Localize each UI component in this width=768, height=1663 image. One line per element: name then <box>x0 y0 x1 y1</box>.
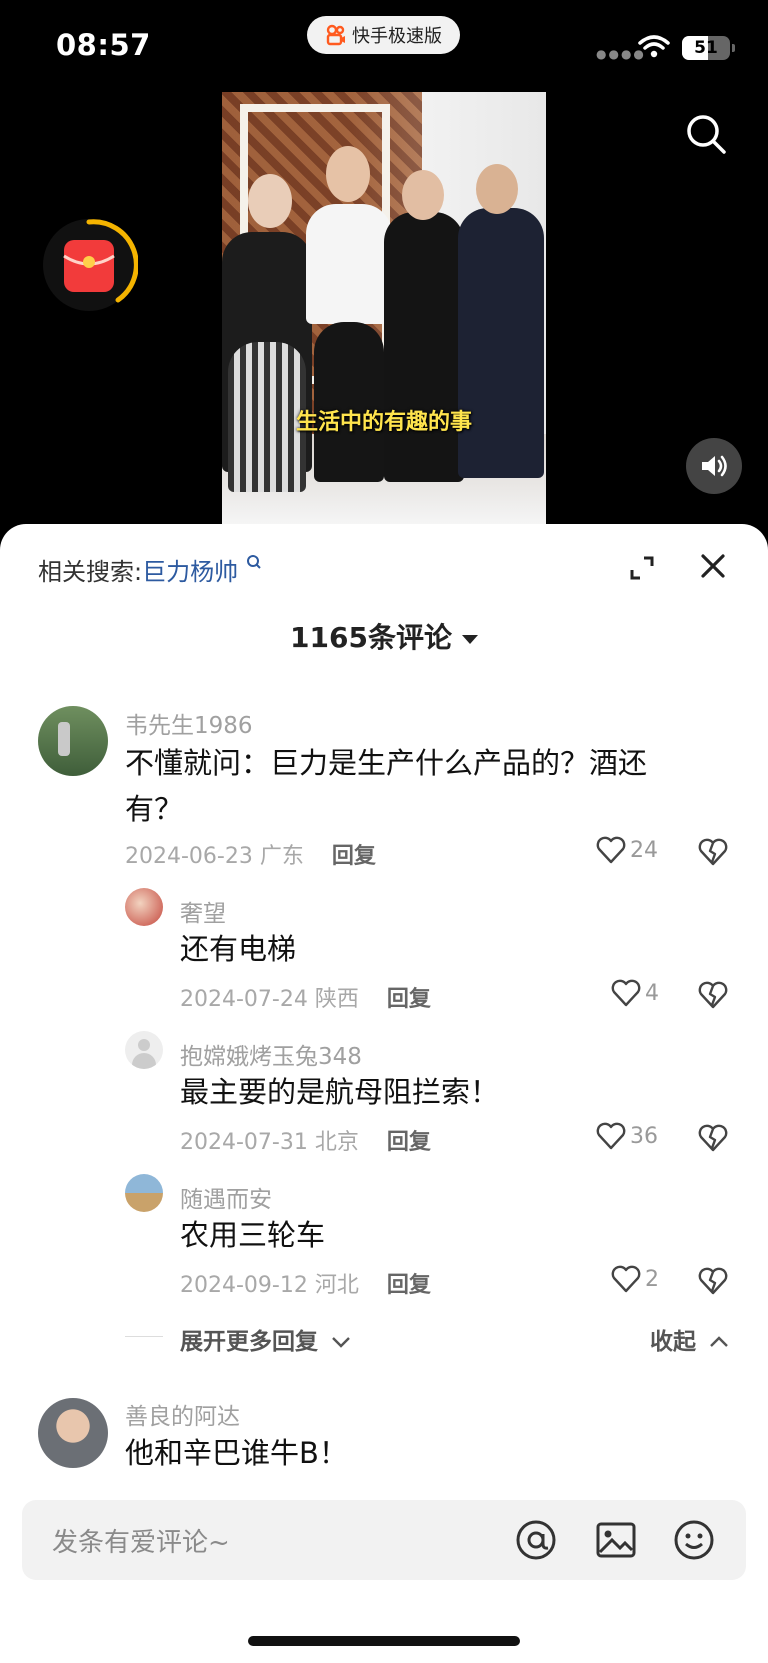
chevron-down-icon <box>461 634 478 644</box>
reply-button[interactable]: 回复 <box>332 844 376 869</box>
comment-text: 最主要的是航母阻拦索！ <box>180 1075 500 1109</box>
comment-count: 1165条评论 <box>290 621 452 654</box>
dislike-heart-icon[interactable] <box>698 838 728 866</box>
comment-date-location: 2024-06-23 广东 <box>125 844 304 869</box>
wifi-icon <box>638 35 670 58</box>
red-packet-reward-icon[interactable] <box>40 216 138 314</box>
dislike-heart-icon[interactable] <box>698 981 728 1009</box>
comment-date-location: 2024-07-24 陕西 <box>180 987 359 1012</box>
app-switch-pill[interactable]: 快手极速版 <box>307 16 460 54</box>
comment-username[interactable]: 奢望 <box>180 894 226 928</box>
video-caption: 生活中的有趣的事 <box>295 410 472 435</box>
chevron-down-icon <box>332 1337 350 1348</box>
battery-icon: 51 <box>682 36 735 60</box>
heart-icon <box>611 1265 641 1293</box>
like-button[interactable]: 36 <box>596 1122 658 1150</box>
comment-username[interactable]: 韦先生1986 <box>125 706 253 740</box>
reply-button[interactable]: 回复 <box>387 1273 431 1298</box>
avatar[interactable] <box>125 888 163 926</box>
expand-icon[interactable] <box>628 554 656 582</box>
image-icon[interactable] <box>594 1518 638 1562</box>
comment-date-location: 2024-09-12 河北 <box>180 1273 359 1298</box>
home-indicator[interactable] <box>248 1636 520 1646</box>
like-button[interactable]: 4 <box>611 979 659 1007</box>
collapse-replies-label: 收起 <box>650 1329 696 1355</box>
close-icon[interactable] <box>699 552 727 580</box>
related-search-keyword[interactable]: 巨力杨帅 <box>142 558 238 586</box>
expand-replies-button[interactable]: 展开更多回复 <box>180 1322 352 1356</box>
reply-button[interactable]: 回复 <box>387 1130 431 1155</box>
comment-text: 他和辛巴谁牛B！ <box>125 1436 348 1470</box>
speaker-icon <box>702 455 727 477</box>
collapse-replies-button[interactable]: 收起 <box>650 1322 730 1356</box>
comment-date-location: 2024-07-31 北京 <box>180 1130 359 1155</box>
comment-input-bar[interactable]: 发条有爱评论~ <box>22 1500 746 1580</box>
chevron-up-icon <box>710 1336 728 1347</box>
sound-toggle-button[interactable] <box>686 438 742 494</box>
related-search-label: 相关搜索: <box>38 558 143 586</box>
comment-meta: 2024-06-23 广东 回复 <box>125 838 376 870</box>
like-count: 36 <box>630 1123 658 1149</box>
avatar[interactable] <box>125 1031 163 1069</box>
comment-username[interactable]: 善良的阿达 <box>125 1397 240 1431</box>
app-name: 快手极速版 <box>352 26 442 47</box>
reply-button[interactable]: 回复 <box>387 987 431 1012</box>
like-count: 24 <box>630 837 658 863</box>
avatar[interactable] <box>125 1174 163 1212</box>
avatar[interactable] <box>38 706 108 776</box>
comment-meta: 2024-09-12 河北 回复 <box>180 1267 431 1299</box>
heart-icon <box>611 979 641 1007</box>
emoji-icon[interactable] <box>672 1518 716 1562</box>
battery-level: 51 <box>694 38 718 58</box>
dislike-heart-icon[interactable] <box>698 1124 728 1152</box>
status-bar: 08:57 快手极速版 ●●●● 51 <box>0 0 768 90</box>
comment-text-line1: 不懂就问：巨力是生产什么产品的？酒还 <box>125 746 648 780</box>
dislike-heart-icon[interactable] <box>698 1267 728 1295</box>
video-player[interactable]: 生活中的有趣的事 <box>222 92 546 524</box>
like-count: 2 <box>645 1266 659 1292</box>
comment-username[interactable]: 抱嫦娥烤玉兔348 <box>180 1037 362 1071</box>
like-button[interactable]: 24 <box>596 836 658 864</box>
magnifier-icon[interactable] <box>246 554 262 570</box>
search-icon[interactable] <box>684 112 728 156</box>
related-search: 相关搜索:巨力杨帅 <box>38 552 262 587</box>
comment-count-sort[interactable]: 1165条评论 <box>0 616 768 656</box>
like-button[interactable]: 2 <box>611 1265 659 1293</box>
comment-text: 农用三轮车 <box>180 1218 326 1252</box>
kuaishou-logo-icon <box>326 24 345 46</box>
comment-input-placeholder[interactable]: 发条有爱评论~ <box>52 1522 230 1559</box>
comment-text: 还有电梯 <box>180 932 297 966</box>
comment-meta: 2024-07-31 北京 回复 <box>180 1124 431 1156</box>
comment-text-line2: 有？ <box>125 792 184 826</box>
avatar[interactable] <box>38 1398 108 1468</box>
heart-icon <box>596 1122 626 1150</box>
replies-controls: 展开更多回复 收起 <box>0 1322 768 1355</box>
comment-meta: 2024-07-24 陕西 回复 <box>180 981 431 1013</box>
comment-username[interactable]: 随遇而安 <box>180 1180 272 1214</box>
status-time: 08:57 <box>56 28 151 62</box>
heart-icon <box>596 836 626 864</box>
mention-icon[interactable] <box>514 1518 558 1562</box>
expand-replies-label: 展开更多回复 <box>180 1329 318 1355</box>
like-count: 4 <box>645 980 659 1006</box>
